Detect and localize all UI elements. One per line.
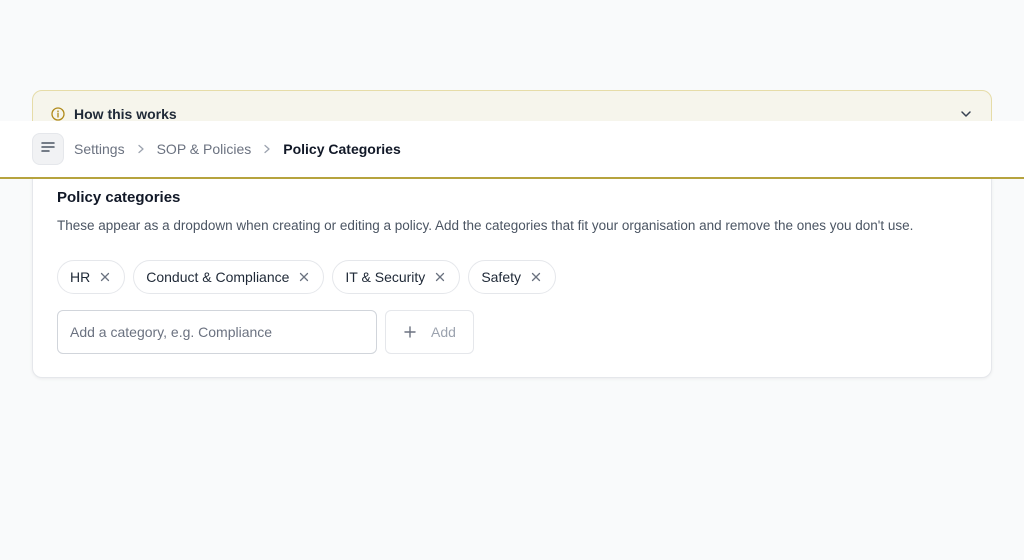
category-chip-label: Safety bbox=[481, 269, 522, 285]
category-chip-label: Conduct & Compliance bbox=[146, 269, 290, 285]
add-category-button[interactable]: Add bbox=[385, 310, 474, 354]
close-icon[interactable] bbox=[433, 270, 447, 284]
category-chip: IT & Security bbox=[332, 260, 461, 294]
close-icon[interactable] bbox=[98, 270, 112, 284]
top-header-bar: Settings SOP & Policies Policy Categorie… bbox=[0, 121, 1024, 179]
category-chip-label: IT & Security bbox=[345, 269, 426, 285]
add-category-row: Add bbox=[57, 310, 474, 354]
category-chip: Conduct & Compliance bbox=[133, 260, 325, 294]
policy-categories-card: Policy categories These appear as a drop… bbox=[32, 170, 992, 378]
card-title: Policy categories bbox=[57, 189, 181, 206]
category-chip-label: HR bbox=[70, 269, 91, 285]
chevron-right-icon bbox=[259, 141, 275, 157]
chevron-right-icon bbox=[133, 141, 149, 157]
breadcrumb-sop-policies[interactable]: SOP & Policies bbox=[157, 141, 252, 157]
breadcrumb-settings[interactable]: Settings bbox=[74, 141, 125, 157]
how-this-works-title: How this works bbox=[74, 106, 177, 122]
category-chip: Safety bbox=[468, 260, 557, 294]
category-input[interactable] bbox=[57, 310, 377, 354]
close-icon[interactable] bbox=[529, 270, 543, 284]
category-chip-list: HR Conduct & Compliance IT & Security Sa… bbox=[57, 260, 557, 294]
breadcrumb: Settings SOP & Policies Policy Categorie… bbox=[74, 141, 401, 157]
menu-toggle-button[interactable] bbox=[32, 133, 64, 165]
category-chip: HR bbox=[57, 260, 126, 294]
close-icon[interactable] bbox=[297, 270, 311, 284]
card-description: These appear as a dropdown when creating… bbox=[57, 218, 914, 233]
breadcrumb-policy-categories: Policy Categories bbox=[283, 141, 401, 157]
menu-lines-icon bbox=[41, 140, 55, 158]
chevron-down-icon[interactable] bbox=[959, 107, 973, 121]
add-button-label: Add bbox=[431, 324, 456, 340]
info-icon bbox=[51, 107, 65, 121]
plus-icon bbox=[403, 325, 417, 339]
